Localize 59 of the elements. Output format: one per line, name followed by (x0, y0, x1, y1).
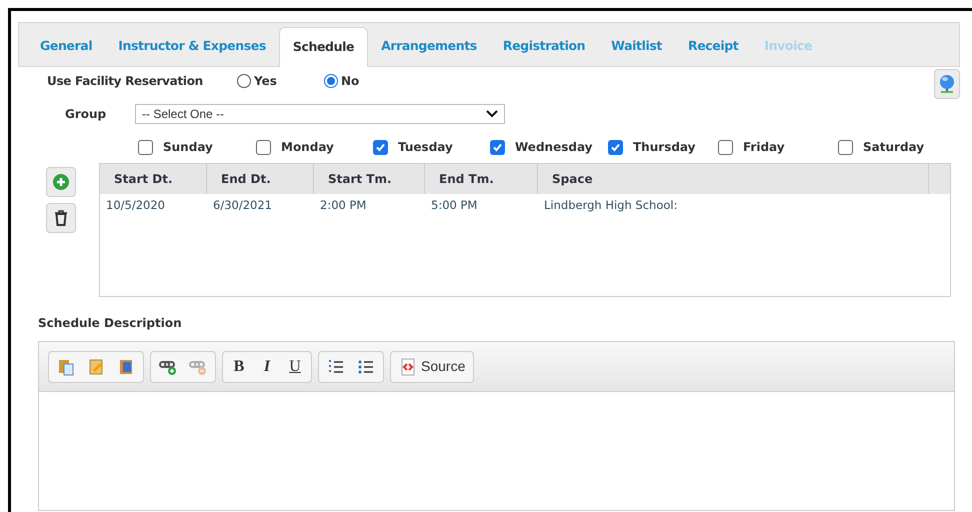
paste-text-icon (87, 358, 105, 376)
day-label: Tuesday (398, 139, 453, 156)
delete-button[interactable] (46, 203, 76, 233)
checkbox[interactable] (838, 140, 853, 154)
underline-button[interactable]: U (281, 354, 309, 380)
table-cell-text: 6/30/2021 (212, 197, 273, 214)
tab[interactable]: Instructor & Expenses (105, 27, 279, 66)
table-cell-text: 2:00 PM (319, 197, 368, 214)
tab[interactable]: General (27, 27, 106, 66)
bold-button[interactable]: B (225, 354, 253, 380)
code-icon (399, 358, 417, 376)
radio-label: No (341, 73, 360, 90)
section-label: Schedule Description (38, 315, 182, 332)
globe-button[interactable] (934, 69, 960, 99)
day-label: Friday (743, 139, 785, 156)
checkbox[interactable] (608, 140, 623, 154)
italic-button[interactable]: I (253, 354, 281, 380)
tab[interactable]: Arrangements (368, 27, 490, 66)
column-header: End Tm. (425, 164, 538, 194)
checkbox[interactable] (256, 140, 271, 154)
table-cell-text: 5:00 PM (430, 197, 478, 214)
radio-button[interactable] (324, 74, 338, 88)
checkbox[interactable] (490, 140, 505, 154)
field-label: Group (65, 106, 108, 123)
bulleted-list-icon (357, 358, 375, 376)
tab[interactable]: Schedule (278, 27, 368, 67)
day-label: Monday (281, 139, 334, 156)
check-icon (492, 142, 503, 152)
source-button[interactable]: Source (393, 354, 472, 380)
field-label: Use Facility Reservation (47, 73, 204, 90)
chevron-down-icon (486, 110, 498, 118)
column-header: Start Dt. (100, 164, 207, 194)
check-icon (375, 142, 386, 152)
radio-button[interactable] (237, 74, 251, 88)
checkbox[interactable] (373, 140, 388, 154)
group-dropdown[interactable]: -- Select One -- (135, 104, 505, 124)
check-icon (610, 142, 621, 152)
plus-icon (53, 174, 69, 190)
day-label: Thursday (633, 139, 696, 156)
table-cell-text: 10/5/2020 (105, 197, 166, 214)
table-cell-text: Lindbergh High School: (543, 197, 678, 214)
tab[interactable]: Waitlist (598, 27, 675, 66)
trash-icon (54, 210, 68, 226)
day-label: Sunday (163, 139, 213, 156)
day-label: Wednesday (515, 139, 593, 156)
numbered-list-icon (327, 358, 345, 376)
radio-label: Yes (254, 73, 277, 90)
column-header: Space (538, 164, 929, 194)
tab[interactable]: Receipt (674, 27, 752, 66)
tab[interactable]: Registration (490, 27, 598, 66)
paste-icon (57, 358, 75, 376)
column-header: Start Tm. (314, 164, 425, 194)
day-label: Saturday (863, 139, 924, 156)
globe-icon (938, 74, 956, 94)
column-header: End Dt. (207, 164, 314, 194)
checkbox[interactable] (138, 140, 153, 154)
word-document-icon (117, 358, 135, 376)
add-button[interactable] (46, 167, 76, 197)
checkbox[interactable] (718, 140, 733, 154)
